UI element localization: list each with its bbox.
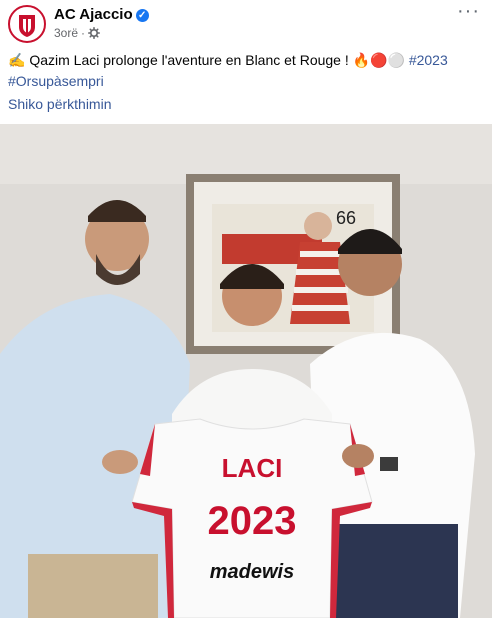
post-photo[interactable]: 66 LACI 2023 madewis: [0, 124, 492, 618]
see-translation-link[interactable]: Shiko përkthimin: [8, 96, 112, 112]
hand-right: [342, 444, 374, 468]
jersey-number: 2023: [208, 499, 297, 543]
post-time[interactable]: 3orë: [54, 26, 78, 40]
post-meta: 3orë ·: [54, 26, 101, 42]
jersey: LACI 2023 madewis: [131, 418, 373, 618]
verified-badge-icon: ✓: [135, 9, 149, 22]
meta-separator: ·: [81, 26, 86, 40]
jersey-name: LACI: [222, 453, 283, 483]
page-avatar[interactable]: [8, 5, 46, 43]
frame-number: 66: [336, 208, 356, 228]
post-message-text: Qazim Laci prolonge l'aventure en Blanc …: [29, 52, 349, 68]
post-message: ✍️ Qazim Laci prolonge l'aventure en Bla…: [8, 50, 484, 92]
hashtag-orsupasempri[interactable]: #Orsupàsempri: [8, 71, 484, 92]
hashtag-2023[interactable]: #2023: [409, 52, 448, 68]
post-emojis: 🔥🔴⚪: [352, 52, 405, 68]
writing-hand-emoji: ✍️: [8, 52, 26, 68]
page-name[interactable]: AC Ajaccio ✓: [54, 6, 149, 23]
hand-left: [102, 450, 138, 474]
jersey-sponsor: madewis: [210, 561, 294, 583]
gear-icon: [88, 27, 101, 42]
post-header: AC Ajaccio ✓ 3orë · ···: [0, 0, 492, 44]
more-dots-icon[interactable]: ···: [457, 0, 480, 23]
